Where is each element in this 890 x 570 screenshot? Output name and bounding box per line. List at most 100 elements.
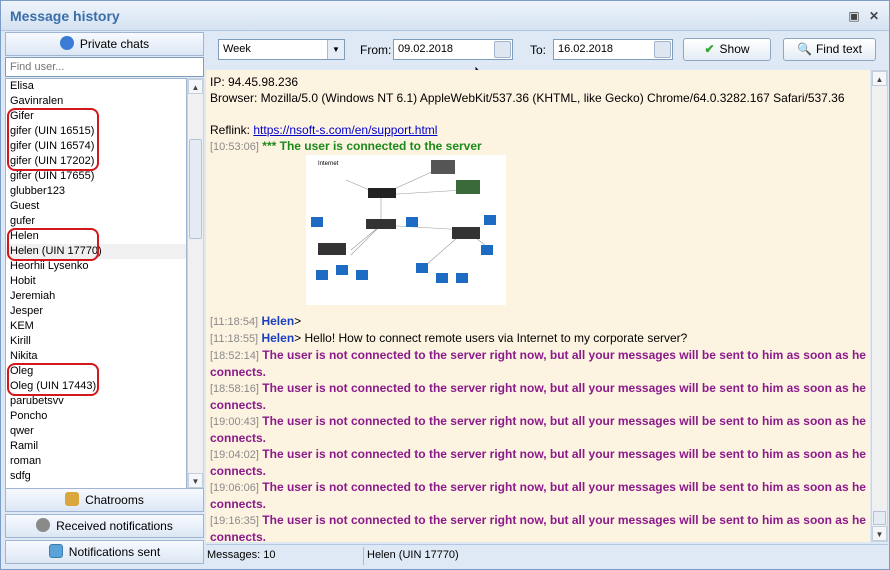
user-list-item[interactable]: Guest <box>6 199 186 214</box>
connected-text: *** The user is connected to the server <box>262 139 482 153</box>
private-chats-label: Private chats <box>79 37 150 51</box>
scroll-down-icon[interactable]: ▼ <box>188 473 203 488</box>
scroll-thumb[interactable] <box>189 139 202 239</box>
timestamp: [11:18:55] <box>210 333 259 345</box>
message-scrollbar[interactable]: ▲ ▼ <box>871 70 888 542</box>
user-list-item[interactable]: Ramil <box>6 439 186 454</box>
user-list-item[interactable]: roman <box>6 454 186 469</box>
scroll-down-icon[interactable]: ▼ <box>872 526 887 541</box>
calendar-icon[interactable] <box>494 41 511 58</box>
user-list-item[interactable]: KEM <box>6 319 186 334</box>
chatrooms-label: Chatrooms <box>85 493 144 507</box>
notifications-sent-button[interactable]: Notifications sent <box>5 540 204 564</box>
timestamp: [19:04:02] <box>210 449 259 461</box>
offline-message-row: [18:52:14] The user is not connected to … <box>210 347 866 380</box>
private-chats-button[interactable]: Private chats <box>5 32 204 56</box>
reflink-link[interactable]: https://nsoft-s.com/en/support.html <box>253 123 437 137</box>
system-message-text: The user is not connected to the server … <box>210 348 866 379</box>
highlight-annotation <box>7 108 99 171</box>
scroll-up-icon[interactable]: ▲ <box>872 71 887 86</box>
offline-message-row: [19:06:06] The user is not connected to … <box>210 479 866 512</box>
from-date-value: 09.02.2018 <box>398 43 454 55</box>
received-notifications-label: Received notifications <box>56 519 173 533</box>
offline-message-row: [19:00:43] The user is not connected to … <box>210 413 866 446</box>
message-row: [11:18:54] Helen> <box>210 313 866 330</box>
message-history-window: Message history ▣ ✕ Private chats ElisaG… <box>0 0 890 570</box>
show-button[interactable]: ✔ Show <box>683 38 771 61</box>
notification-icon <box>36 518 51 532</box>
system-message-text: The user is not connected to the server … <box>210 414 866 445</box>
reflink-line: Reflink: https://nsoft-s.com/en/support.… <box>210 122 866 138</box>
to-date-field[interactable]: 16.02.2018 <box>553 39 673 60</box>
user-list-scrollbar[interactable]: ▲ ▼ <box>187 78 204 489</box>
user-list-item[interactable]: glubber123 <box>6 184 186 199</box>
status-bar: Messages: 10 Helen (UIN 17770) <box>206 544 888 568</box>
image-caption: Internet <box>318 161 339 167</box>
search-icon: 🔍 <box>797 42 812 56</box>
browser-line: Browser: Mozilla/5.0 (Windows NT 6.1) Ap… <box>210 91 845 105</box>
message-text: > <box>294 314 302 328</box>
highlight-annotation <box>7 228 99 261</box>
timestamp: [10:53:06] <box>210 141 259 153</box>
title-bar: Message history ▣ ✕ <box>1 1 889 31</box>
message-area[interactable]: IP: 94.45.98.236 Browser: Mozilla/5.0 (W… <box>206 70 870 542</box>
maximize-icon[interactable]: ▣ <box>847 9 861 23</box>
toolbar: Week ▼ From: 09.02.2018 To: 16.02.2018 ✔… <box>206 32 888 68</box>
checkmark-icon: ✔ <box>704 42 715 56</box>
offline-messages: [18:52:14] The user is not connected to … <box>210 347 866 542</box>
message-text: > Hello! How to connect remote users via… <box>294 331 688 345</box>
highlight-annotation <box>7 363 99 396</box>
timestamp: [18:58:16] <box>210 383 259 395</box>
user-list-item[interactable]: gufer <box>6 214 186 229</box>
user-list-item[interactable]: Elisa <box>6 79 186 94</box>
user-list-item[interactable]: Gavinralen <box>6 94 186 109</box>
system-message-text: The user is not connected to the server … <box>210 381 866 412</box>
to-date-value: 16.02.2018 <box>558 43 614 55</box>
message-row: [11:18:55] Helen> Hello! How to connect … <box>210 330 866 347</box>
close-icon[interactable]: ✕ <box>867 9 881 23</box>
reflink-label: Reflink: <box>210 123 251 137</box>
chatrooms-icon <box>65 492 80 506</box>
status-user: Helen (UIN 17770) <box>367 549 459 561</box>
to-label: To: <box>530 43 547 57</box>
user-list-item[interactable]: Jesper <box>6 304 186 319</box>
user-list-item[interactable]: parubetsvv <box>6 394 186 409</box>
document-icon <box>48 544 63 558</box>
connected-line: [10:53:06] *** The user is connected to … <box>210 138 866 155</box>
sender-nick: Helen <box>261 331 295 345</box>
user-list-item[interactable]: Heorhii Lysenko <box>6 259 186 274</box>
user-list-item[interactable]: Nikita <box>6 349 186 364</box>
user-list-item[interactable]: sdfg <box>6 469 186 484</box>
timestamp: [19:06:06] <box>210 482 259 494</box>
scroll-up-icon[interactable]: ▲ <box>188 79 203 94</box>
find-text-button[interactable]: 🔍 Find text <box>783 38 876 61</box>
show-label: Show <box>719 42 750 56</box>
calendar-icon[interactable] <box>654 41 671 58</box>
user-list-item[interactable]: Jeremiah <box>6 289 186 304</box>
offline-message-row: [18:58:16] The user is not connected to … <box>210 380 866 413</box>
chatrooms-button[interactable]: Chatrooms <box>5 488 204 512</box>
received-notifications-button[interactable]: Received notifications <box>5 514 204 538</box>
user-list-item[interactable]: gifer (UIN 17655) <box>6 169 186 184</box>
user-list-item[interactable]: Poncho <box>6 409 186 424</box>
period-select[interactable]: Week ▼ <box>218 39 345 60</box>
chevron-down-icon[interactable]: ▼ <box>327 40 344 59</box>
ip-line: IP: 94.45.98.236 <box>210 75 299 89</box>
system-message-text: The user is not connected to the server … <box>210 480 866 511</box>
notifications-sent-label: Notifications sent <box>68 545 161 559</box>
network-diagram-svg: Internet <box>306 155 506 305</box>
timestamp: [19:00:43] <box>210 416 259 428</box>
system-message-text: The user is not connected to the server … <box>210 447 866 478</box>
user-list[interactable]: Elisa Gavinralen Gifer gifer (UIN 16515) gif… <box>5 78 187 489</box>
network-diagram-image: Internet <box>210 155 866 305</box>
scroll-thumb[interactable] <box>873 511 886 525</box>
from-date-field[interactable]: 09.02.2018 <box>393 39 513 60</box>
find-user-input[interactable] <box>5 57 204 77</box>
user-list-item[interactable]: qwer <box>6 424 186 439</box>
user-list-item[interactable]: Hobit <box>6 274 186 289</box>
user-list-item[interactable]: Kirill <box>6 334 186 349</box>
from-label: From: <box>360 43 392 57</box>
status-divider <box>363 547 364 565</box>
user-icon <box>59 36 74 50</box>
message-count: Messages: 10 <box>207 549 276 561</box>
